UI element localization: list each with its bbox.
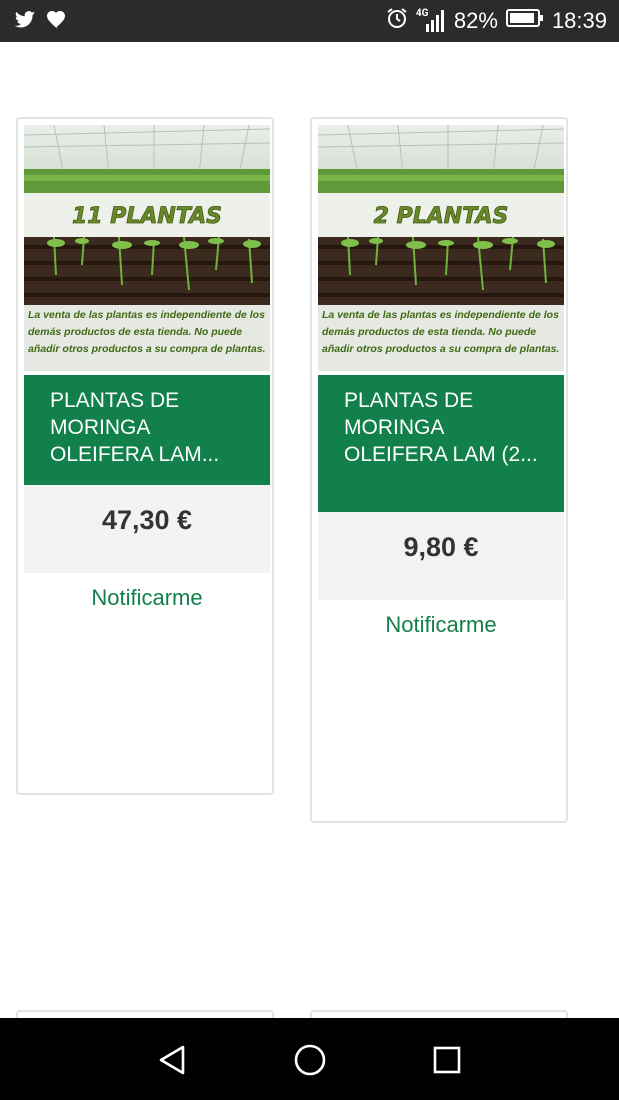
signal-icon: 4G [416,6,446,36]
product-title-text[interactable]: PLANTAS DE MORINGA OLEIFERA LAM (2... [344,387,548,468]
notification-icons [14,10,66,34]
back-icon[interactable] [152,1040,192,1080]
image-caption: La venta de las plantas es independiente… [322,309,560,355]
price-value: 47,30 € [101,505,193,535]
product-price: 47,30 € [24,485,270,573]
product-card[interactable]: 2 PLANTAS La venta de las plantas es ind… [310,117,568,823]
heart-icon [46,11,66,33]
image-caption: La venta de las plantas es independiente… [28,309,266,355]
product-price: 9,80 € [318,512,564,600]
notify-button[interactable]: Notificarme [318,610,564,644]
product-image[interactable]: 2 PLANTAS La venta de las plantas es ind… [318,125,564,371]
product-title-text[interactable]: PLANTAS DE MORINGA OLEIFERA LAM... [50,387,254,468]
recents-icon[interactable] [427,1040,467,1080]
product-image[interactable]: 11 PLANTAS La venta de las plantas es in… [24,125,270,371]
system-status: 4G 82% 18:39 [386,0,607,42]
notify-button[interactable]: Notificarme [24,583,270,617]
alarm-icon [386,7,408,35]
navigation-bar [0,1018,619,1100]
battery-percent: 82% [453,8,498,33]
battery-icon [505,8,544,34]
clock: 18:39 [551,8,607,33]
status-bar: 4G 82% 18:39 [0,0,619,42]
image-banner: 11 PLANTAS [72,204,222,229]
image-banner: 2 PLANTAS [374,204,509,229]
price-value: 9,80 € [403,532,479,562]
home-icon[interactable] [290,1040,330,1080]
twitter-icon [14,10,36,34]
product-card[interactable]: 11 PLANTAS La venta de las plantas es in… [16,117,274,795]
product-title[interactable]: PLANTAS DE MORINGA OLEIFERA LAM (2... [318,375,564,512]
product-title[interactable]: PLANTAS DE MORINGA OLEIFERA LAM... [24,375,270,485]
